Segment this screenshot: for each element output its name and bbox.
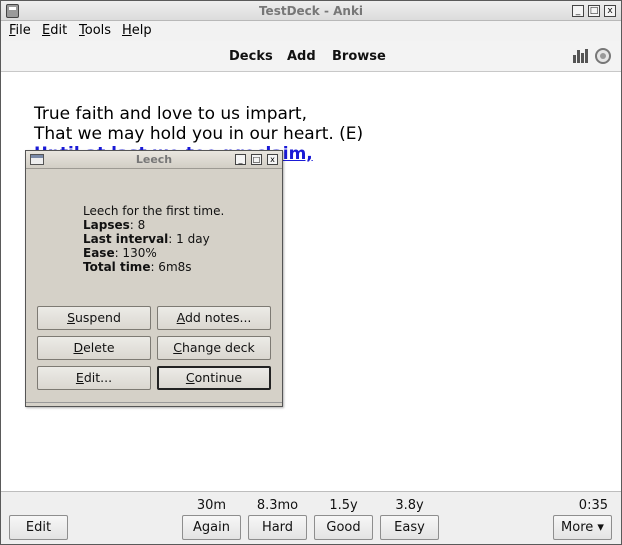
top-toolbar: Decks Add Browse [1, 41, 621, 72]
stat-last-interval: Last interval: 1 day [83, 232, 224, 246]
leech-message: Leech for the first time. [83, 204, 225, 218]
stat-lapses: Lapses: 8 [83, 218, 224, 232]
button-mnemonic: E [75, 370, 84, 385]
stats-icon[interactable] [573, 49, 589, 63]
dialog-bottom-edge [26, 402, 282, 406]
button-label: dit... [83, 370, 113, 385]
change-deck-button[interactable]: Change deck [157, 336, 271, 360]
stat-value: : 130% [114, 246, 157, 260]
review-timer: 0:35 [578, 498, 608, 513]
dialog-minimize-button[interactable]: _ [235, 154, 246, 165]
suspend-button[interactable]: Suspend [37, 306, 151, 330]
dialog-title-bar: Leech _ □ x [26, 151, 282, 169]
stat-ease: Ease: 130% [83, 246, 224, 260]
add-notes-button[interactable]: Add notes... [157, 306, 271, 330]
menu-help[interactable]: Help [122, 23, 152, 38]
button-label: elete [83, 340, 115, 355]
leech-dialog: Leech _ □ x Leech for the first time. La… [25, 150, 283, 407]
dialog-maximize-button[interactable]: □ [251, 154, 262, 165]
button-mnemonic: D [73, 340, 84, 355]
menu-help-label: elp [131, 23, 152, 38]
menu-file-label: ile [15, 23, 31, 38]
stat-value: : 1 day [168, 232, 210, 246]
window-title: TestDeck - Anki [258, 4, 364, 18]
hard-button[interactable]: Hard [248, 515, 307, 540]
button-mnemonic: S [67, 310, 75, 325]
more-button[interactable]: More ▾ [553, 515, 612, 540]
card-line-2: That we may hold you in our heart. (E) [34, 124, 364, 144]
stat-total-time: Total time: 6m8s [83, 260, 224, 274]
add-link[interactable]: Add [287, 49, 316, 64]
browse-link[interactable]: Browse [332, 49, 386, 64]
dialog-close-button[interactable]: x [267, 154, 278, 165]
close-button[interactable]: x [604, 5, 616, 17]
continue-button[interactable]: Continue [157, 366, 271, 390]
stat-value: : 6m8s [150, 260, 192, 274]
menu-tools-label: ools [84, 23, 112, 38]
maximize-button[interactable]: □ [588, 5, 600, 17]
menu-edit-mnemonic: E [42, 23, 51, 38]
menu-edit-label: dit [50, 23, 68, 38]
again-interval: 30m [196, 498, 227, 513]
sync-icon[interactable] [595, 48, 611, 64]
menu-edit[interactable]: Edit [42, 23, 67, 38]
title-bar: TestDeck - Anki _ □ x [1, 1, 621, 21]
menu-bar: File Edit Tools Help [1, 21, 621, 41]
good-interval: 1.5y [329, 498, 358, 513]
card-line-1: True faith and love to us impart, [34, 104, 307, 124]
again-button[interactable]: Again [182, 515, 241, 540]
button-mnemonic: C [185, 370, 195, 385]
menu-help-mnemonic: H [122, 23, 132, 38]
button-label: dd notes... [184, 310, 252, 325]
stat-label: Total time [83, 260, 151, 274]
edit-note-button[interactable]: Edit... [37, 366, 151, 390]
stat-label: Lapses [83, 218, 130, 232]
easy-interval: 3.8y [395, 498, 424, 513]
button-mnemonic: C [173, 340, 182, 355]
edit-button[interactable]: Edit [9, 515, 68, 540]
button-label: uspend [75, 310, 121, 325]
good-button[interactable]: Good [314, 515, 373, 540]
button-label: ontinue [194, 370, 243, 385]
button-label: hange deck [181, 340, 255, 355]
answer-bar: Edit 30m Again 8.3mo Hard 1.5y Good 3.8y… [1, 491, 621, 544]
leech-info: Leech for the first time. Lapses: 8 Last… [83, 204, 224, 274]
stat-label: Ease [83, 246, 115, 260]
easy-button[interactable]: Easy [380, 515, 439, 540]
delete-button[interactable]: Delete [37, 336, 151, 360]
menu-file[interactable]: File [9, 23, 31, 38]
stat-value: : 8 [129, 218, 146, 232]
menu-tools[interactable]: Tools [79, 23, 111, 38]
button-mnemonic: A [176, 310, 185, 325]
stat-label: Last interval [83, 232, 169, 246]
decks-link[interactable]: Decks [229, 49, 273, 64]
minimize-button[interactable]: _ [572, 5, 584, 17]
hard-interval: 8.3mo [256, 498, 299, 513]
